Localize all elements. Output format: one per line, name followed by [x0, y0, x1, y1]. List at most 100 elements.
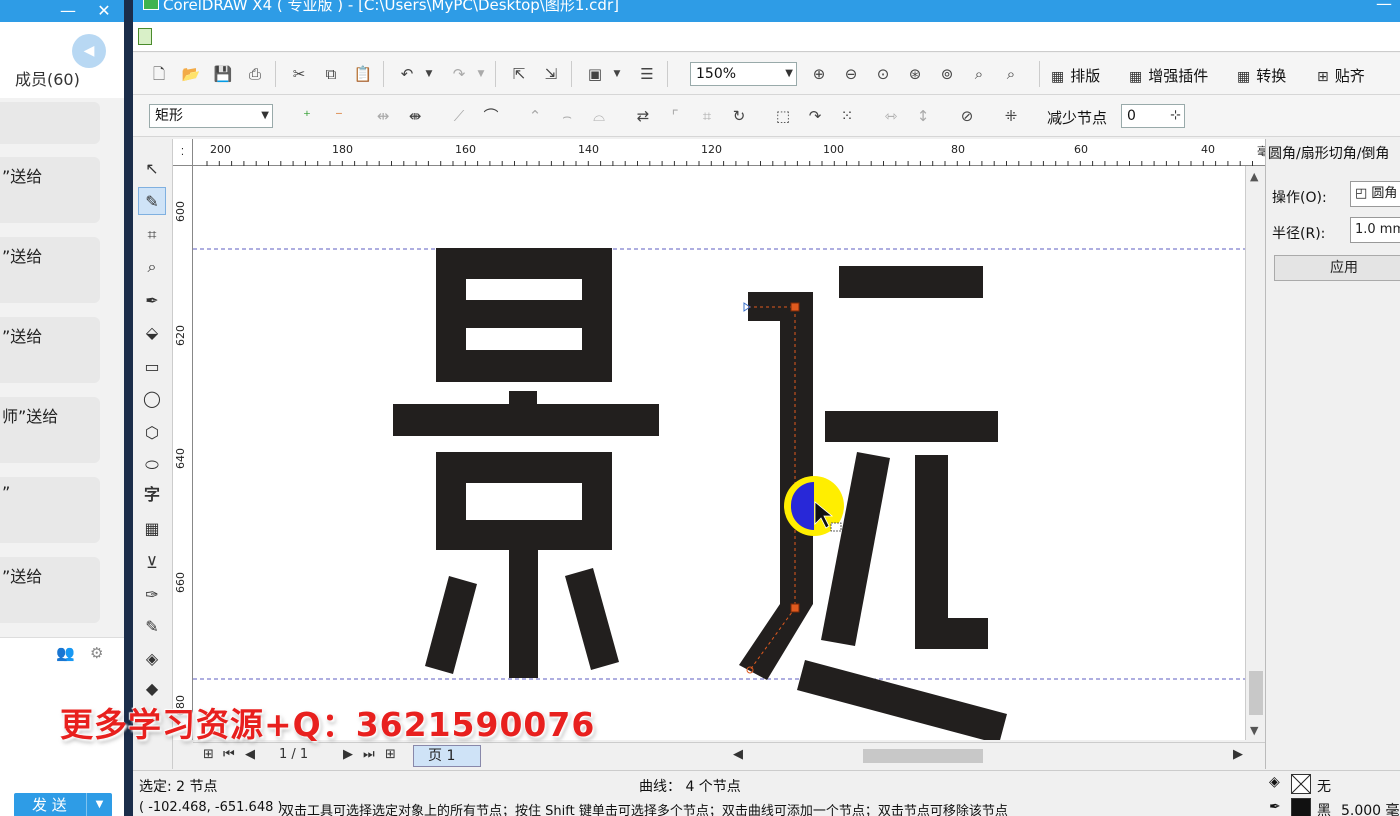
zoom-page-icon[interactable]: ⊚	[935, 63, 959, 85]
fill-tool-icon[interactable]: ◈	[138, 645, 166, 673]
align-nodes-icon[interactable]: ⁙	[835, 105, 859, 127]
chevron-down-icon[interactable]: ▼	[86, 793, 112, 816]
print-icon[interactable]: ⎙	[243, 63, 267, 85]
glyph-jing-left-dot[interactable]	[425, 576, 477, 674]
layout-menu-button[interactable]: ▦ 排版	[1051, 65, 1100, 86]
scroll-right-icon[interactable]: ▶	[1233, 747, 1243, 762]
glyph-jing-right-dot[interactable]	[565, 568, 619, 670]
crop-tool-icon[interactable]: ⌗	[138, 221, 166, 249]
chevron-down-icon[interactable]: ▼	[785, 63, 793, 85]
convert-menu-button[interactable]: ▦ 转换	[1237, 65, 1286, 86]
tab-page-1[interactable]: 页 1	[413, 745, 481, 767]
operation-select[interactable]: ◰ 圆角	[1350, 181, 1400, 207]
glyph-jiang-mid-bar[interactable]	[825, 411, 998, 442]
zoom-width-icon[interactable]: ⌕	[967, 63, 991, 85]
glyph-jing-hook[interactable]	[509, 550, 538, 678]
outline-pen-icon[interactable]: ✎	[138, 613, 166, 641]
minimize-icon[interactable]: —	[56, 0, 80, 22]
zoom-level-combo[interactable]: 150% ▼	[690, 62, 797, 86]
chevron-down-icon[interactable]: ▼	[261, 105, 269, 127]
glyph-jing[interactable]	[393, 248, 659, 678]
close-icon[interactable]: ✕	[92, 0, 116, 22]
rectangle-tool-icon[interactable]: ▭	[138, 353, 166, 381]
launcher-dropdown-icon[interactable]: ▼	[605, 63, 629, 85]
selection-mode-combo[interactable]: 矩形 ▼	[149, 104, 273, 128]
glyph-jiang-bottom-stroke[interactable]	[797, 660, 1007, 740]
select-all-nodes-icon[interactable]: ⁜	[999, 105, 1023, 127]
import-icon[interactable]: ⇱	[507, 63, 531, 85]
zoom-selected-icon[interactable]: ⊙	[871, 63, 895, 85]
open-folder-icon[interactable]: 📂	[179, 63, 203, 85]
zoom-in-icon[interactable]: ⊕	[807, 63, 831, 85]
plugins-menu-button[interactable]: ▦ 增强插件	[1129, 65, 1208, 86]
add-page-before-icon[interactable]: ⊞	[203, 747, 214, 762]
join-nodes-icon[interactable]: ⇹	[371, 105, 395, 127]
pick-tool-icon[interactable]: ↖	[138, 155, 166, 183]
options-checklist-icon[interactable]: ☰	[635, 63, 659, 85]
radius-input[interactable]: 1.0 mm	[1350, 217, 1400, 243]
to-line-icon[interactable]: ⟋	[447, 105, 471, 127]
auto-close-icon[interactable]: ↻	[727, 105, 751, 127]
export-icon[interactable]: ⇲	[539, 63, 563, 85]
snap-menu-button[interactable]: ⊞ 贴齐	[1317, 65, 1365, 86]
glyph-jiang-slant[interactable]	[821, 452, 890, 646]
save-icon[interactable]: 💾	[211, 63, 235, 85]
outline-color-swatch[interactable]	[1291, 798, 1311, 816]
text-tool-icon[interactable]: 字	[138, 481, 166, 509]
new-document-icon[interactable]: 🗋	[147, 63, 171, 85]
copy-icon[interactable]: ⧉	[319, 63, 343, 85]
dimension-tool-icon[interactable]: ⊻	[138, 549, 166, 577]
glyph-jiang[interactable]	[739, 266, 1007, 740]
last-page-icon[interactable]: ⏭	[363, 747, 375, 762]
table-tool-icon[interactable]: ▦	[138, 515, 166, 543]
zoom-height-icon[interactable]: ⌕	[999, 63, 1023, 85]
member-count[interactable]: 成员(60)	[15, 66, 80, 90]
document-icon[interactable]	[138, 28, 152, 45]
gear-icon[interactable]: ⚙	[90, 644, 103, 662]
fill-bucket-icon[interactable]: ◈	[1269, 774, 1280, 790]
zoom-out-icon[interactable]: ⊖	[839, 63, 863, 85]
first-page-icon[interactable]: ⏮	[223, 747, 235, 762]
next-page-icon[interactable]: ▶	[343, 747, 353, 762]
glyph-jing-top-box[interactable]	[436, 248, 612, 382]
horizontal-ruler[interactable]: 200 180 160 140 120 100 80 60 40 毫米	[193, 139, 1285, 166]
cusp-node-icon[interactable]: ⌃	[523, 105, 547, 127]
no-fill-swatch[interactable]	[1291, 774, 1311, 794]
glyph-jing-bar[interactable]	[393, 404, 659, 436]
extract-subpath-icon[interactable]: ⌗	[695, 105, 719, 127]
vertical-ruler[interactable]: 600 620 640 660 680	[173, 166, 193, 740]
scroll-down-icon[interactable]: ▼	[1250, 724, 1258, 737]
zoom-tool-icon[interactable]: ⌕	[138, 253, 166, 281]
megaphone-icon[interactable]: ◀	[72, 34, 106, 68]
application-launcher-icon[interactable]: ▣	[583, 63, 607, 85]
smooth-node-icon[interactable]: ⌢	[555, 105, 579, 127]
reverse-direction-icon[interactable]: ⇄	[631, 105, 655, 127]
drawing-canvas[interactable]	[193, 166, 1285, 740]
glyph-jiang-inner-stroke[interactable]	[915, 455, 988, 649]
extend-curve-icon[interactable]: ⌜	[663, 105, 687, 127]
vertical-scrollbar[interactable]: ▲ ▼	[1245, 166, 1265, 740]
vertical-scroll-thumb[interactable]	[1249, 671, 1263, 715]
selected-node[interactable]	[790, 603, 800, 613]
glyph-jing-lower-box[interactable]	[436, 452, 612, 550]
undo-dropdown-icon[interactable]: ▼	[417, 63, 441, 85]
rotate-nodes-icon[interactable]: ↷	[803, 105, 827, 127]
members-icon[interactable]: 👥	[56, 644, 75, 662]
delete-node-icon[interactable]: ⁻	[327, 105, 351, 127]
scroll-up-icon[interactable]: ▲	[1250, 170, 1258, 183]
horizontal-scroll-thumb[interactable]	[863, 749, 983, 763]
paste-icon[interactable]: 📋	[351, 63, 375, 85]
symmetric-node-icon[interactable]: ⌓	[587, 105, 611, 127]
vertical-reflect-icon[interactable]: ↕	[911, 105, 935, 127]
to-curve-icon[interactable]: ⌒	[479, 105, 503, 127]
redo-dropdown-icon[interactable]: ▼	[469, 63, 493, 85]
ruler-origin[interactable]: ⁚	[173, 139, 193, 166]
undo-icon[interactable]: ↶	[395, 63, 419, 85]
add-page-after-icon[interactable]: ⊞	[385, 747, 396, 762]
ellipse-tool-icon[interactable]: ◯	[138, 385, 166, 413]
drawing-artwork[interactable]	[193, 166, 1285, 740]
cut-icon[interactable]: ✂	[287, 63, 311, 85]
horizontal-reflect-icon[interactable]: ⇿	[879, 105, 903, 127]
polygon-tool-icon[interactable]: ⬡	[138, 419, 166, 447]
reduce-nodes-spinner[interactable]: 0 ⊹	[1121, 104, 1185, 128]
